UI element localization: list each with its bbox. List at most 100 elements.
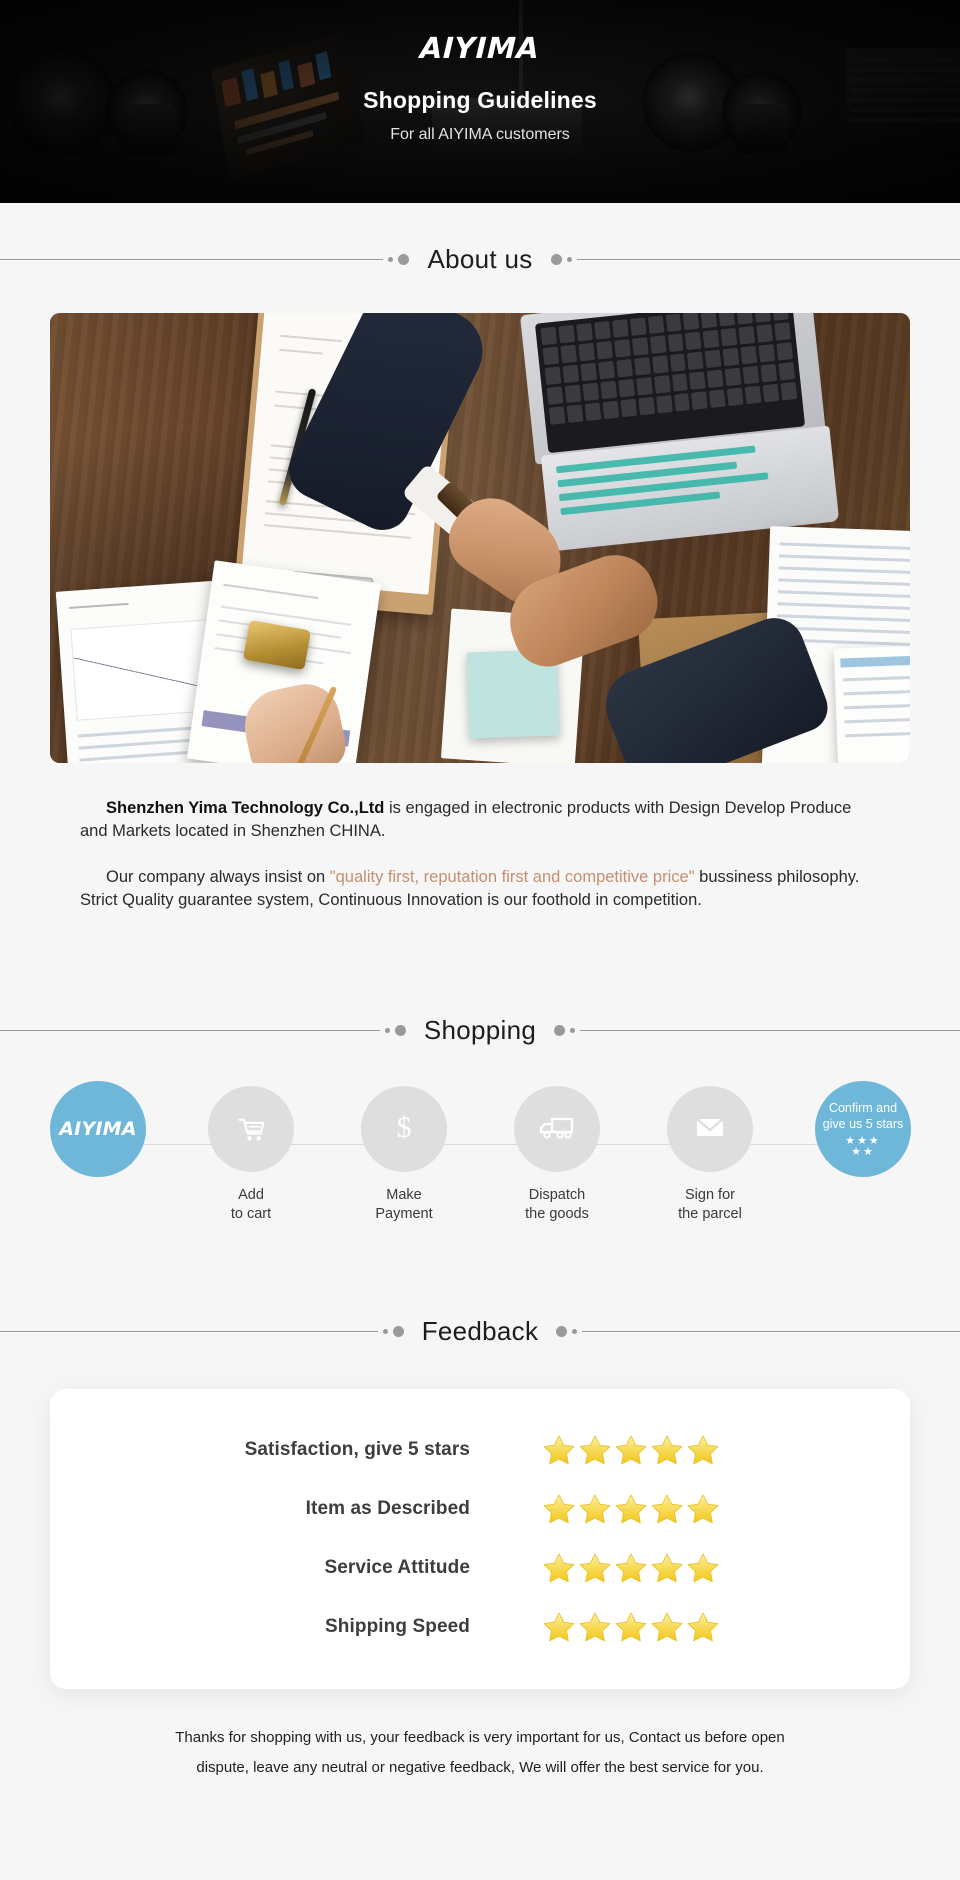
star-icon xyxy=(543,1612,575,1642)
divider-line-right xyxy=(582,1330,960,1332)
company-name: Shenzhen Yima Technology Co.,Ltd xyxy=(106,799,385,817)
feedback-label: Satisfaction, give 5 stars xyxy=(244,1439,470,1461)
feedback-row: Item as Described xyxy=(50,1492,910,1526)
confirm-text-line2: give us 5 stars xyxy=(822,1116,904,1131)
divider-line-left xyxy=(0,259,384,260)
star-icon xyxy=(687,1612,719,1642)
laptop-image xyxy=(519,313,844,560)
rating-stars xyxy=(542,1610,720,1644)
step-dispatch-goods: Dispatch the goods xyxy=(482,1085,632,1225)
envelope-icon xyxy=(688,1105,732,1153)
step-brand: AIYIMA xyxy=(23,1080,173,1177)
svg-text:$: $ xyxy=(397,1111,412,1144)
rating-stars xyxy=(542,1551,720,1585)
divider-dot-small xyxy=(570,1027,576,1033)
step-label-line1: Add xyxy=(238,1186,264,1203)
star-icon xyxy=(651,1553,683,1583)
invoice-table-document xyxy=(833,645,910,763)
rating-stars xyxy=(542,1433,720,1467)
star-icon xyxy=(687,1553,719,1583)
divider-dot-large xyxy=(394,1024,406,1036)
step-label-line2: Payment xyxy=(375,1206,433,1223)
divider-dot-large xyxy=(556,1325,568,1337)
section-header-about: About us xyxy=(0,244,960,275)
truck-icon xyxy=(534,1104,580,1154)
feedback-card: Satisfaction, give 5 stars Item as Descr… xyxy=(50,1388,910,1689)
step-label: Add to cart xyxy=(176,1186,326,1225)
step-label: Make Payment xyxy=(329,1186,479,1225)
step-confirm-five-stars: Confirm and give us 5 stars ★★★ ★★ xyxy=(788,1080,938,1177)
divider-dot-large xyxy=(550,254,562,265)
about-hero-photo xyxy=(50,313,910,763)
step-sign-for-parcel: Sign for the parcel xyxy=(635,1085,785,1225)
feedback-label: Shipping Speed xyxy=(325,1616,470,1638)
page-title: Shopping Guidelines xyxy=(363,87,597,113)
dollar-icon: $ xyxy=(382,1105,426,1153)
aiyima-logo: AIYIMA xyxy=(419,31,541,65)
star-icon xyxy=(579,1435,611,1465)
step-label-line2: the parcel xyxy=(678,1206,742,1223)
section-title-shopping: Shopping xyxy=(423,1014,537,1045)
section-header-feedback: Feedback xyxy=(0,1316,960,1347)
section-title-feedback: Feedback xyxy=(421,1315,539,1346)
star-icon xyxy=(579,1612,611,1642)
footer-line-2: dispute, leave any neutral or negative f… xyxy=(196,1758,764,1776)
divider-dot-small xyxy=(384,1027,390,1033)
step-label-line1: Make xyxy=(386,1186,422,1203)
confirm-text-line1: Confirm and xyxy=(828,1101,898,1116)
five-stars-icon: ★★★ ★★ xyxy=(845,1135,881,1158)
star-icon xyxy=(651,1494,683,1524)
about-paragraph-2-before: Our company always insist on xyxy=(106,867,330,886)
step-label-line1: Sign for xyxy=(685,1186,735,1203)
shopping-cart-icon xyxy=(234,1112,268,1146)
star-icon xyxy=(615,1553,647,1583)
divider-line-right xyxy=(580,1029,960,1031)
star-icon xyxy=(579,1553,611,1583)
step-icon-circle xyxy=(208,1085,294,1172)
feedback-row: Satisfaction, give 5 stars xyxy=(50,1433,910,1467)
divider-dot-large xyxy=(554,1024,566,1036)
star-icon xyxy=(687,1435,719,1465)
feedback-row: Service Attitude xyxy=(50,1551,910,1585)
feedback-label: Service Attitude xyxy=(324,1557,470,1579)
page-subtitle: For all AIYIMA customers xyxy=(390,126,570,143)
step-label-line2: to cart xyxy=(230,1206,272,1223)
divider-dot-large xyxy=(398,254,410,265)
divider-dot-large xyxy=(392,1325,404,1337)
star-icon xyxy=(615,1435,647,1465)
step-icon-circle: AIYIMA xyxy=(50,1080,146,1177)
step-add-to-cart: Add to cart xyxy=(176,1085,326,1225)
company-motto-quote: "quality first, reputation first and com… xyxy=(329,867,695,886)
divider-dot-small xyxy=(572,1328,578,1334)
shopping-guidelines-page: AIYIMA Shopping Guidelines For all AIYIM… xyxy=(0,0,960,1880)
divider-dot-small xyxy=(566,257,572,262)
step-label-line1: Dispatch xyxy=(528,1186,586,1203)
step-icon-circle xyxy=(667,1085,753,1172)
about-paragraph-2: Our company always insist on "quality fi… xyxy=(80,866,878,913)
hero-banner: AIYIMA Shopping Guidelines For all AIYIM… xyxy=(0,0,960,203)
divider-dot-small xyxy=(382,1328,388,1334)
star-icon xyxy=(615,1494,647,1524)
divider-line-right xyxy=(576,259,960,260)
step-icon-circle: $ xyxy=(361,1085,447,1172)
about-section: Shenzhen Yima Technology Co.,Ltd is enga… xyxy=(0,313,960,913)
star-icon xyxy=(651,1435,683,1465)
shopping-process-steps: AIYIMA Add to cart $ Make Payment Dispat… xyxy=(0,1080,960,1236)
feedback-label: Item as Described xyxy=(305,1498,470,1520)
step-label: Dispatch the goods xyxy=(482,1186,632,1225)
step-make-payment: $ Make Payment xyxy=(329,1085,479,1225)
divider-dot-small xyxy=(388,257,394,262)
footer-note: Thanks for shopping with us, your feedba… xyxy=(0,1723,960,1783)
star-icon xyxy=(543,1435,575,1465)
stars-row-bottom: ★★ xyxy=(851,1145,875,1158)
section-header-shopping: Shopping xyxy=(0,1015,960,1046)
feedback-row: Shipping Speed xyxy=(50,1610,910,1644)
step-icon-circle xyxy=(514,1085,600,1172)
divider-line-left xyxy=(0,1029,380,1031)
confirm-text: Confirm and give us 5 stars xyxy=(823,1101,904,1132)
star-icon xyxy=(579,1494,611,1524)
star-icon xyxy=(615,1612,647,1642)
section-title-about: About us xyxy=(427,244,533,274)
about-copy: Shenzhen Yima Technology Co.,Ltd is enga… xyxy=(50,797,910,913)
step-label-line2: the goods xyxy=(525,1206,589,1223)
